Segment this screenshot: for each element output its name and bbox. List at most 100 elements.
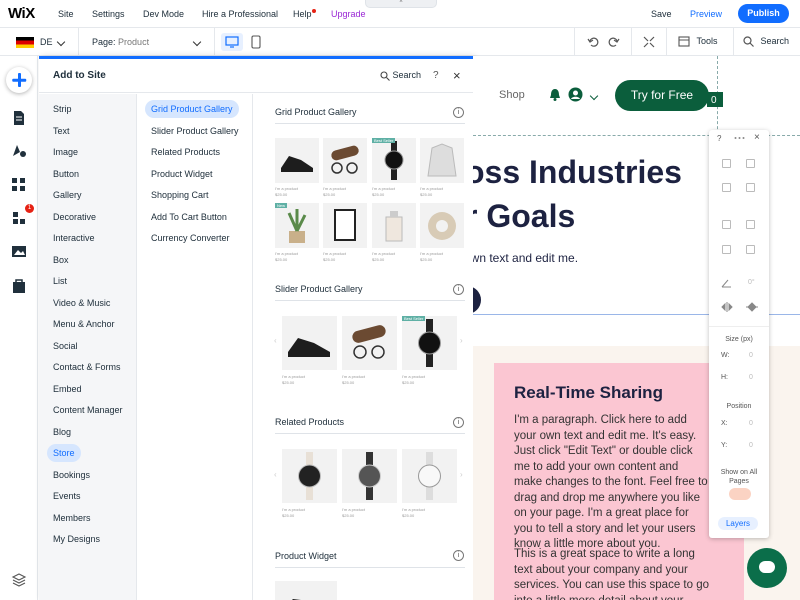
bell-icon[interactable] xyxy=(549,88,561,101)
menu-help[interactable]: Help xyxy=(293,9,316,19)
flip-vertical-icon[interactable] xyxy=(746,302,758,312)
chevron-down-icon[interactable] xyxy=(56,36,66,46)
category-store[interactable]: Store xyxy=(47,444,81,462)
sub-slider-product-gallery[interactable]: Slider Product Gallery xyxy=(151,122,239,140)
cart-icon[interactable]: 0 xyxy=(706,86,724,108)
zoom-out-icon[interactable] xyxy=(643,36,655,48)
copy-icon[interactable] xyxy=(722,159,731,168)
media-icon[interactable] xyxy=(11,244,27,260)
hero-button-edge[interactable] xyxy=(473,286,481,314)
sub-currency-converter[interactable]: Currency Converter xyxy=(151,229,230,247)
german-flag-icon[interactable] xyxy=(16,37,34,48)
align-icon[interactable] xyxy=(722,245,731,254)
wix-logo[interactable]: WiX xyxy=(8,5,35,22)
close-icon[interactable]: × xyxy=(453,68,461,83)
width-input[interactable]: 0 xyxy=(749,352,753,359)
distribute-icon[interactable] xyxy=(746,245,755,254)
undo-icon[interactable] xyxy=(587,36,599,48)
info-icon[interactable]: i xyxy=(453,284,464,295)
save-button[interactable]: Save xyxy=(651,9,672,19)
info-icon[interactable]: i xyxy=(453,107,464,118)
app-market-icon[interactable] xyxy=(11,210,27,226)
category-decorative[interactable]: Decorative xyxy=(53,208,96,226)
pages-icon[interactable] xyxy=(11,110,27,126)
hero-subtext[interactable]: own text and edit me. xyxy=(473,251,578,265)
category-bookings[interactable]: Bookings xyxy=(53,466,90,484)
help-icon[interactable]: ? xyxy=(433,70,439,81)
redo-icon[interactable] xyxy=(608,36,620,48)
hero-heading-line1[interactable]: oss Industries xyxy=(473,154,682,191)
design-icon[interactable] xyxy=(11,143,27,159)
bring-forward-icon[interactable] xyxy=(722,220,731,229)
try-for-free-button[interactable]: Try for Free xyxy=(615,80,709,111)
help-icon[interactable]: ? xyxy=(717,134,721,143)
rotate-icon[interactable] xyxy=(721,278,732,288)
info-icon[interactable]: i xyxy=(453,417,464,428)
category-contact-forms[interactable]: Contact & Forms xyxy=(53,358,121,376)
apps-grid-icon[interactable] xyxy=(11,177,27,193)
height-input[interactable]: 0 xyxy=(749,374,753,381)
category-gallery[interactable]: Gallery xyxy=(53,186,82,204)
info-icon[interactable]: i xyxy=(453,550,464,561)
duplicate-icon[interactable] xyxy=(722,183,731,192)
layers-button[interactable]: Layers xyxy=(718,517,758,530)
category-interactive[interactable]: Interactive xyxy=(53,229,95,247)
tools-button[interactable]: Tools xyxy=(678,36,718,47)
drag-handle-icon[interactable] xyxy=(734,136,745,140)
menu-dev-mode[interactable]: Dev Mode xyxy=(143,9,184,19)
category-blog[interactable]: Blog xyxy=(53,423,71,441)
category-my-designs[interactable]: My Designs xyxy=(53,530,100,548)
search-button[interactable]: Search xyxy=(743,36,789,48)
flip-horizontal-icon[interactable] xyxy=(721,302,733,312)
category-embed[interactable]: Embed xyxy=(53,380,82,398)
desktop-view-button[interactable] xyxy=(221,33,243,51)
sub-grid-product-gallery[interactable]: Grid Product Gallery xyxy=(145,100,239,118)
menu-upgrade[interactable]: Upgrade xyxy=(331,9,366,19)
menu-hire-professional[interactable]: Hire a Professional xyxy=(202,9,278,19)
avatar-icon[interactable] xyxy=(568,87,583,102)
feature-card[interactable]: Real-Time Sharing I'm a paragraph. Click… xyxy=(494,363,744,600)
preview-button[interactable]: Preview xyxy=(690,9,722,19)
category-strip[interactable]: Strip xyxy=(53,100,72,118)
publish-button[interactable]: Publish xyxy=(738,4,789,23)
category-social[interactable]: Social xyxy=(53,337,78,355)
menu-site[interactable]: Site xyxy=(58,9,74,19)
hero-heading-line2[interactable]: r Goals xyxy=(473,198,575,235)
sub-product-widget[interactable]: Product Widget xyxy=(151,165,213,183)
product-widget-preview[interactable] xyxy=(275,581,337,600)
business-icon[interactable] xyxy=(11,278,27,294)
chat-button[interactable] xyxy=(747,548,787,588)
chevron-down-icon[interactable] xyxy=(192,36,202,46)
panel-search-button[interactable]: Search xyxy=(380,70,421,81)
delete-icon[interactable] xyxy=(746,183,755,192)
rotation-value[interactable]: 0° xyxy=(748,279,755,286)
sub-related-products[interactable]: Related Products xyxy=(151,143,220,161)
category-menu-anchor[interactable]: Menu & Anchor xyxy=(53,315,115,333)
sub-shopping-cart[interactable]: Shopping Cart xyxy=(151,186,209,204)
category-content-manager[interactable]: Content Manager xyxy=(53,401,123,419)
y-input[interactable]: 0 xyxy=(749,442,753,449)
chevron-down-icon[interactable] xyxy=(589,90,599,100)
send-backward-icon[interactable] xyxy=(746,220,755,229)
category-button[interactable]: Button xyxy=(53,165,79,183)
close-icon[interactable]: × xyxy=(754,132,760,143)
category-box[interactable]: Box xyxy=(53,251,69,269)
category-members[interactable]: Members xyxy=(53,509,91,527)
collapse-tab[interactable]: ^ xyxy=(365,0,437,8)
category-list-item[interactable]: List xyxy=(53,272,67,290)
paste-icon[interactable] xyxy=(746,159,755,168)
show-on-all-pages-toggle[interactable] xyxy=(729,488,751,500)
menu-settings[interactable]: Settings xyxy=(92,9,125,19)
nav-shop[interactable]: Shop xyxy=(499,89,525,101)
sub-add-to-cart-button[interactable]: Add To Cart Button xyxy=(151,208,227,226)
category-events[interactable]: Events xyxy=(53,487,81,505)
category-video-music[interactable]: Video & Music xyxy=(53,294,110,312)
x-input[interactable]: 0 xyxy=(749,420,753,427)
language-selector[interactable]: DE xyxy=(40,37,53,47)
layers-icon[interactable] xyxy=(11,572,27,588)
category-image[interactable]: Image xyxy=(53,143,78,161)
category-text[interactable]: Text xyxy=(53,122,70,140)
mobile-view-icon[interactable] xyxy=(251,35,261,49)
page-selector[interactable]: Page: Product xyxy=(92,37,149,47)
add-elements-button[interactable] xyxy=(6,67,32,93)
